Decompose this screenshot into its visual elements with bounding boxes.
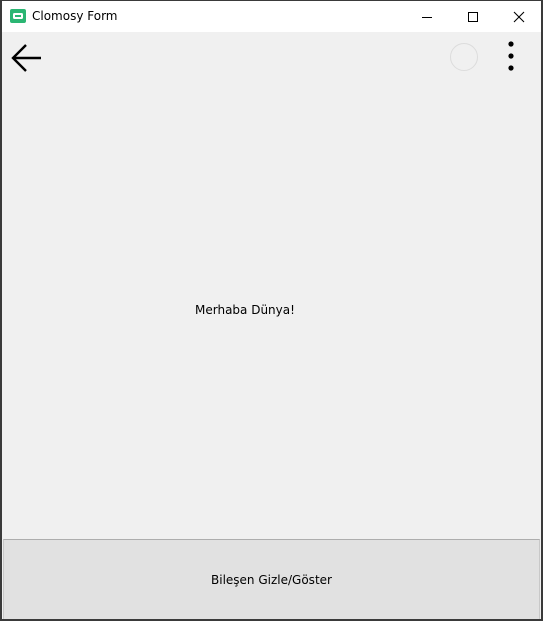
toggle-component-button[interactable]: Bileşen Gizle/Göster xyxy=(3,539,540,619)
close-icon xyxy=(513,11,525,23)
hello-world-label: Merhaba Dünya! xyxy=(195,303,295,317)
app-bar xyxy=(2,32,541,84)
back-arrow-icon xyxy=(11,44,41,72)
clomosy-app-icon xyxy=(10,9,26,23)
app-window: Clomosy Form Merhaba Dünya! Bileşen Gizl… xyxy=(0,0,543,621)
minimize-button[interactable] xyxy=(404,1,450,32)
more-vertical-icon xyxy=(508,41,514,71)
back-button[interactable] xyxy=(10,42,44,74)
more-options-button[interactable] xyxy=(501,40,521,76)
loading-circle-icon xyxy=(450,43,478,71)
maximize-icon xyxy=(468,12,478,22)
close-button[interactable] xyxy=(496,1,541,32)
title-bar[interactable]: Clomosy Form xyxy=(2,1,541,32)
maximize-button[interactable] xyxy=(450,1,496,32)
toggle-component-button-label: Bileşen Gizle/Göster xyxy=(211,573,332,587)
window-title: Clomosy Form xyxy=(32,9,118,23)
minimize-icon xyxy=(422,17,432,18)
